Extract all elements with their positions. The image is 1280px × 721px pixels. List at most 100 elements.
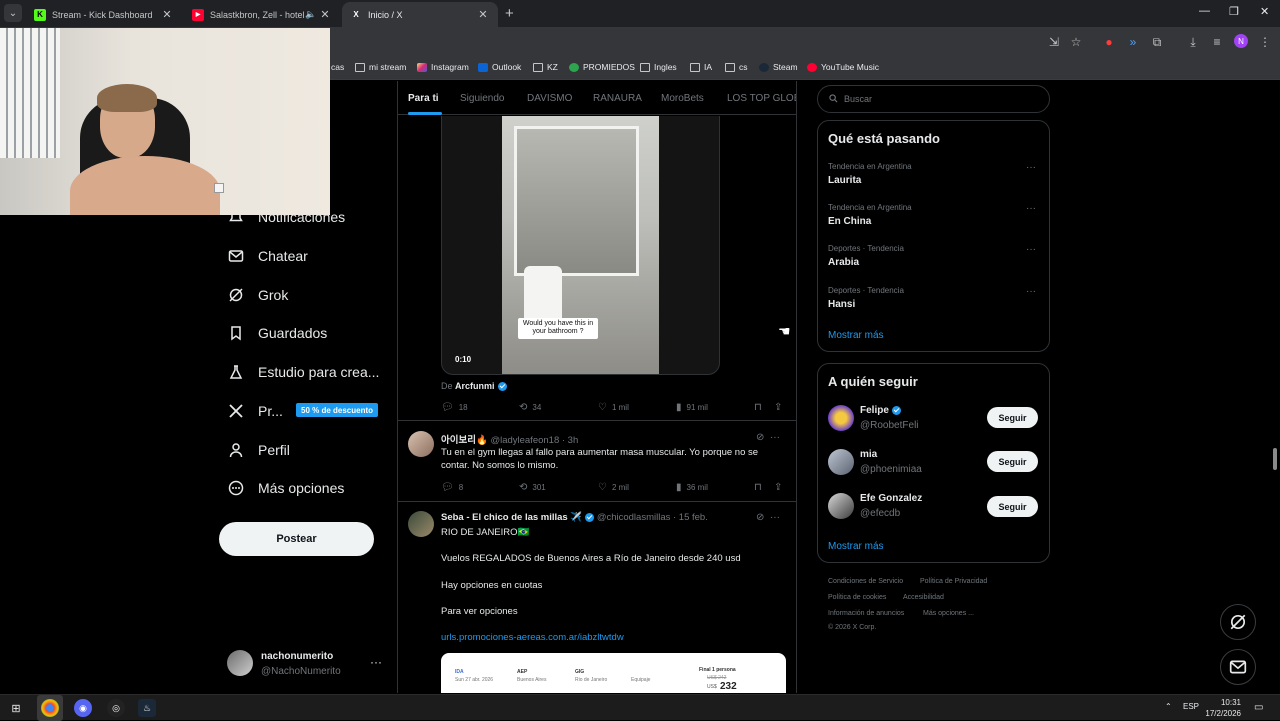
trend-more-icon[interactable]: ··· [1026,286,1036,297]
views-button[interactable]: ▮ 36 mil [676,482,708,493]
nav-grok[interactable]: Grok [227,283,288,307]
bookmark-button[interactable]: ⊓ [754,402,767,413]
footer-more-link[interactable]: Más opciones ... [923,610,974,617]
page-scrollbar-thumb[interactable] [1273,448,1277,470]
nav-chat[interactable]: Chatear [227,244,308,268]
tab-kick-dashboard[interactable]: K Stream - Kick Dashboard ✕ [26,2,182,27]
bookmark-item[interactable]: PROMIEDOS [569,62,635,72]
bookmark-item[interactable]: cas [331,62,344,72]
grok-fab-button[interactable] [1220,604,1256,640]
bookmark-star-icon[interactable]: ☆ [1068,34,1084,50]
nav-premium[interactable]: Pr... [227,399,283,423]
bookmark-folder[interactable]: IA [690,62,712,72]
reply-button[interactable]: 💬︎ 18 [441,402,468,413]
repost-button[interactable]: ⟲ 301 [519,482,546,493]
grok-icon[interactable]: ⊘ [756,432,764,443]
footer-terms-link[interactable]: Condiciones de Servicio [828,578,903,585]
reading-list-icon[interactable]: ≡ [1209,34,1225,50]
reply-button[interactable]: 💬︎ 8 [441,482,463,493]
discord-icon[interactable]: ◉ [74,699,92,717]
notification-icon[interactable]: ▭ [1254,702,1263,713]
footer-ads-info-link[interactable]: Información de anuncios [828,610,904,617]
nav-profile[interactable]: Perfil [227,438,290,462]
tab-x-inicio[interactable]: X Inicio / X ✕ [342,2,498,27]
trend-name[interactable]: Laurita [828,175,861,186]
browser-menu-icon[interactable]: ⋮ [1257,34,1273,50]
follow-button[interactable]: Seguir [987,451,1038,472]
post-button[interactable]: Postear [219,522,374,556]
steam-icon[interactable]: ♨ [138,699,156,717]
account-menu-icon[interactable]: ··· [370,655,382,669]
nav-more-options[interactable]: Más opciones [227,476,344,500]
restore-icon[interactable]: ❐ [1229,5,1239,18]
bookmark-folder[interactable]: cs [725,62,748,72]
tray-chevron-icon[interactable]: ⌃ [1165,702,1172,711]
share-button[interactable]: ⇪ [774,402,787,413]
account-avatar[interactable] [227,650,253,676]
tab-ranaura[interactable]: RANAURA [593,93,642,104]
bookmark-item[interactable]: Instagram [417,62,469,72]
footer-privacy-link[interactable]: Política de Privacidad [920,578,987,585]
bookmark-item[interactable]: YouTube Music [807,62,879,72]
follow-name[interactable]: Felipe [860,405,901,416]
tweet-author-handle[interactable]: @ladyleafeon18 · 3h [490,435,578,446]
messages-fab-button[interactable] [1220,649,1256,685]
bookmark-item[interactable]: Steam [759,62,798,72]
bookmark-button[interactable]: ⊓ [754,482,767,493]
speaker-icon[interactable]: 🔈 [304,9,318,20]
tweet-author-name[interactable]: Seba - El chico de las millas ✈️ [441,512,582,523]
tab-los-top[interactable]: LOS TOP GLOBA [727,93,796,104]
tweet-avatar[interactable] [408,511,434,537]
extension-audio-icon[interactable]: » [1125,34,1141,50]
more-icon[interactable]: ··· [770,432,780,443]
nav-creator-studio[interactable]: Estudio para crea... [227,360,379,384]
extension-record-icon[interactable]: ● [1101,34,1117,50]
trend-more-icon[interactable]: ··· [1026,244,1036,255]
tab-for-you[interactable]: Para ti [408,93,439,104]
close-tab-icon[interactable]: ✕ [160,8,174,21]
footer-accessibility-link[interactable]: Accesibilidad [903,594,944,601]
tweet-author-handle[interactable]: @chicodlasmillas · 15 feb. [597,512,708,523]
follow-button[interactable]: Seguir [987,496,1038,517]
install-app-icon[interactable]: ⇲ [1046,34,1062,50]
trend-more-icon[interactable]: ··· [1026,162,1036,173]
tab-youtube-hoteles[interactable]: ▶ Salastkbron, Zell - hoteles ( 🔈 ✕ [184,2,340,27]
trend-name[interactable]: En China [828,216,871,227]
trend-name[interactable]: Hansi [828,299,855,310]
search-input[interactable]: Buscar [817,85,1050,113]
minimize-icon[interactable]: — [1199,5,1210,17]
close-tab-icon[interactable]: ✕ [476,8,490,21]
tab-davismo[interactable]: DAVISMO [527,93,572,104]
bookmark-folder[interactable]: mi stream [355,62,406,72]
tweet-video[interactable]: Would you have this in your bathroom ? 0… [441,116,720,375]
via-account-link[interactable]: Arcfunmi [455,381,495,391]
bookmark-folder[interactable]: Ingles [640,62,677,72]
follow-name[interactable]: Efe Gonzalez [860,493,922,504]
trend-more-icon[interactable]: ··· [1026,203,1036,214]
grok-icon[interactable]: ⊘ [756,512,764,523]
extensions-puzzle-icon[interactable]: ⧉ [1149,34,1165,50]
new-tab-button[interactable]: + [505,5,514,22]
trends-show-more-link[interactable]: Mostrar más [828,330,884,341]
follow-avatar[interactable] [828,405,854,431]
follow-avatar[interactable] [828,449,854,475]
tab-morobets[interactable]: MoroBets [661,93,704,104]
repost-button[interactable]: ⟲ 34 [519,402,541,413]
nav-bookmarks[interactable]: Guardados [227,321,327,345]
follow-avatar[interactable] [828,493,854,519]
flight-promo-card[interactable]: IDA Sun 27 abr. 2026 AEP Buenos Aires GI… [441,653,786,693]
obs-icon[interactable]: ◎ [107,699,125,717]
windows-start-icon[interactable]: ⊞ [7,699,25,717]
bookmark-folder[interactable]: KZ [533,62,558,72]
more-icon[interactable]: ··· [770,512,780,523]
trend-name[interactable]: Arabia [828,257,859,268]
follow-name[interactable]: mia [860,449,877,460]
close-tab-icon[interactable]: ✕ [318,8,332,21]
footer-cookies-link[interactable]: Política de cookies [828,594,886,601]
tweet-link[interactable]: urls.promociones-aereas.com.ar/iabzltwtd… [441,632,624,643]
follow-show-more-link[interactable]: Mostrar más [828,541,884,552]
share-button[interactable]: ⇪ [774,482,787,493]
chrome-icon[interactable] [41,699,59,717]
system-clock[interactable]: 10:31 17/2/2026 [1195,697,1241,719]
tab-following[interactable]: Siguiendo [460,93,504,104]
